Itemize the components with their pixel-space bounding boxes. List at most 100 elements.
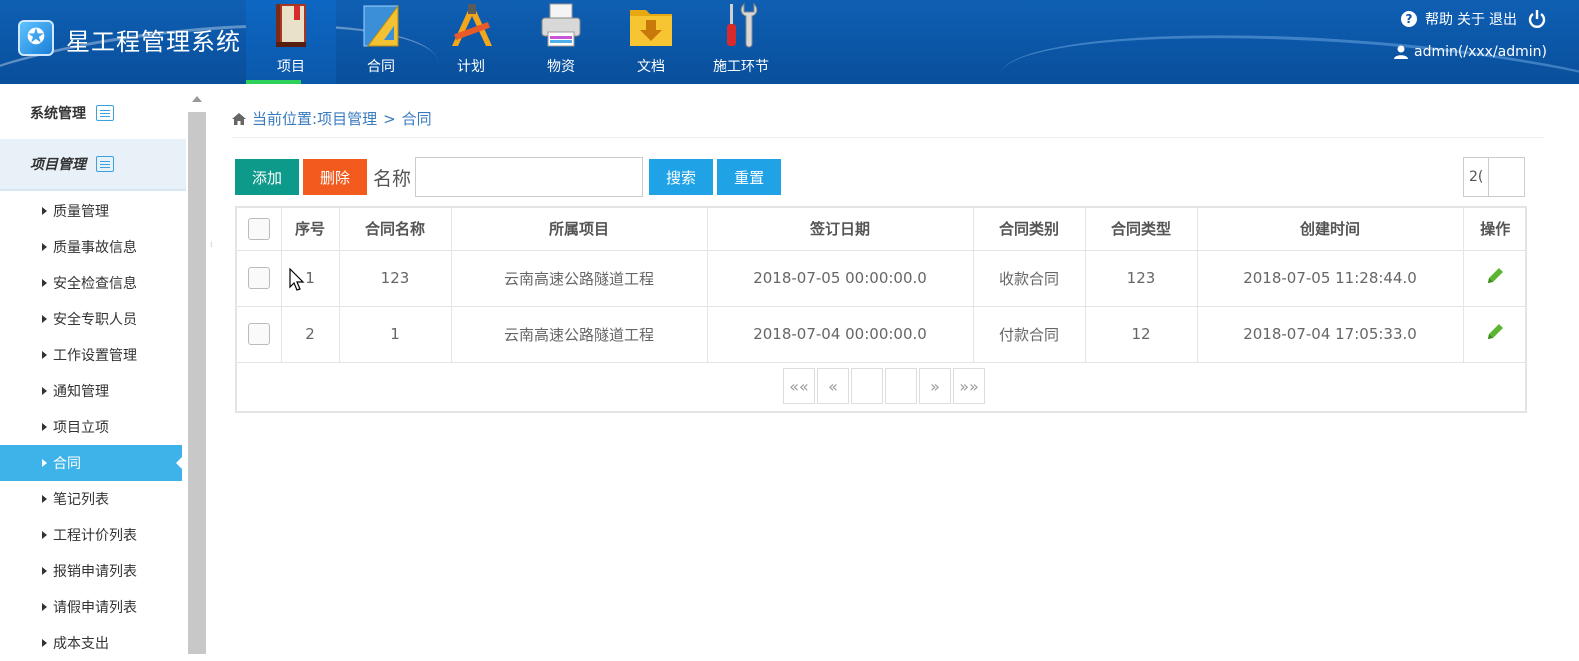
- breadcrumb-prefix: 当前位置:项目管理: [252, 110, 378, 128]
- tools-icon: [727, 2, 758, 48]
- prev-page-button[interactable]: «: [817, 368, 849, 404]
- current-user[interactable]: admin(/xxx/admin): [1414, 44, 1547, 60]
- sidebar-item-contract[interactable]: 合同: [0, 445, 183, 481]
- app-title: 星工程管理系统: [66, 28, 241, 56]
- caret-right-icon: [42, 315, 47, 323]
- nav-item-documents[interactable]: 文档: [606, 0, 696, 84]
- caret-right-icon: [42, 387, 47, 395]
- sidebar-item-reimbursement[interactable]: 报销申请列表: [0, 553, 186, 589]
- power-icon[interactable]: [1527, 9, 1547, 29]
- page-size-dropdown[interactable]: [1489, 157, 1525, 197]
- nav-item-project[interactable]: 项目: [246, 0, 336, 84]
- caret-right-icon: [42, 639, 47, 647]
- row-select-cell: [237, 306, 282, 363]
- sidebar-item-label: 笔记列表: [53, 492, 109, 508]
- sidebar-item-safety-check[interactable]: 安全检查信息: [0, 265, 186, 301]
- column-header[interactable]: 创建时间: [1197, 208, 1464, 251]
- sidebar-scrollbar[interactable]: [186, 94, 208, 654]
- sidebar-item-label: 成本支出: [53, 636, 109, 652]
- nav-item-contract[interactable]: 合同: [336, 0, 426, 84]
- panel-splitter[interactable]: ⁞: [208, 94, 220, 654]
- sidebar-item-label: 合同: [53, 456, 81, 472]
- cell-category: 付款合同: [973, 306, 1086, 363]
- table-row[interactable]: 1 123 云南高速公路隧道工程 2018-07-05 00:00:00.0 收…: [237, 250, 1527, 307]
- logout-link[interactable]: 退出: [1489, 9, 1517, 29]
- caret-right-icon: [42, 207, 47, 215]
- sidebar-item-quality-accident[interactable]: 质量事故信息: [0, 229, 186, 265]
- add-button[interactable]: 添加: [235, 159, 300, 195]
- sidebar-item-label: 工作设置管理: [53, 348, 137, 364]
- caret-right-icon: [42, 459, 47, 467]
- first-page-button[interactable]: ««: [783, 368, 815, 404]
- row-checkbox[interactable]: [247, 323, 270, 345]
- cell-contract-name: 1: [339, 306, 452, 363]
- pagination: «« « » »»: [783, 368, 985, 404]
- delete-button[interactable]: 删除: [303, 159, 368, 195]
- column-header[interactable]: 所属项目: [451, 208, 708, 251]
- nav-label: 项目: [277, 59, 305, 75]
- scroll-thumb[interactable]: [188, 112, 206, 654]
- column-header[interactable]: 合同类型: [1085, 208, 1198, 251]
- toolbar: 添加 删除 名称 搜索 重置: [235, 157, 782, 197]
- reset-button[interactable]: 重置: [717, 159, 782, 195]
- breadcrumb-current: 合同: [401, 110, 432, 128]
- sidebar-item-label: 报销申请列表: [53, 564, 137, 580]
- caret-right-icon: [42, 279, 47, 287]
- page-size-input[interactable]: 2(: [1463, 157, 1489, 197]
- printer-icon: [541, 3, 581, 47]
- contract-table: 序号 合同名称 所属项目 签订日期 合同类别 合同类型 创建时间 操作 1 12…: [235, 206, 1527, 413]
- ruler-triangle-icon: [363, 4, 399, 47]
- column-header[interactable]: 序号: [281, 208, 340, 251]
- page-size-control: 2(: [1463, 157, 1525, 197]
- list-icon: [96, 156, 114, 172]
- nav-item-plan[interactable]: 计划: [426, 0, 516, 84]
- row-checkbox[interactable]: [247, 267, 270, 289]
- sidebar-item-project-setup[interactable]: 项目立项: [0, 409, 186, 445]
- sidebar-item-notices[interactable]: 通知管理: [0, 373, 186, 409]
- last-page-button[interactable]: »»: [953, 368, 985, 404]
- sidebar-item-label: 通知管理: [53, 384, 109, 400]
- help-link[interactable]: 帮助: [1425, 9, 1453, 29]
- caret-right-icon: [42, 243, 47, 251]
- table-row[interactable]: 2 1 云南高速公路隧道工程 2018-07-04 00:00:00.0 付款合…: [237, 306, 1527, 363]
- sidebar-group-system[interactable]: 系统管理: [0, 87, 186, 139]
- help-icon: ?: [1401, 11, 1417, 27]
- book-icon: [276, 4, 306, 47]
- sidebar-group-project[interactable]: 项目管理: [0, 139, 186, 191]
- header-user-area: ? 帮助 关于 退出 admin(/xxx/admin): [1394, 8, 1547, 60]
- sidebar-group-label: 项目管理: [30, 157, 86, 173]
- about-link[interactable]: 关于: [1457, 9, 1485, 29]
- breadcrumb-section[interactable]: 项目管理: [317, 110, 377, 128]
- sidebar-item-cost[interactable]: 成本支出: [0, 625, 186, 661]
- nav-label: 物资: [547, 59, 575, 75]
- cell-created: 2018-07-05 11:28:44.0: [1197, 250, 1464, 307]
- edit-pencil-icon[interactable]: [1485, 322, 1505, 342]
- caret-right-icon: [42, 423, 47, 431]
- column-header[interactable]: 合同类别: [973, 208, 1086, 251]
- current-page-input[interactable]: [851, 368, 883, 404]
- folder-download-icon: [630, 10, 672, 46]
- column-header[interactable]: 合同名称: [339, 208, 452, 251]
- search-button[interactable]: 搜索: [649, 159, 714, 195]
- nav-item-construction[interactable]: 施工环节: [696, 0, 786, 84]
- scroll-up-arrow-icon[interactable]: [192, 96, 202, 102]
- sidebar-item-label: 请假申请列表: [53, 600, 137, 616]
- breadcrumb-separator: >: [383, 109, 396, 128]
- column-header[interactable]: 签订日期: [707, 208, 974, 251]
- sidebar-item-leave[interactable]: 请假申请列表: [0, 589, 186, 625]
- select-all-cell: [237, 208, 282, 251]
- name-search-input[interactable]: [415, 157, 644, 197]
- top-header: ✪ 星工程管理系统 项目 合同 计划 物资 文档 施工环节 ? 帮助 关于 退出…: [0, 0, 1579, 84]
- sidebar-item-valuation[interactable]: 工程计价列表: [0, 517, 186, 553]
- nav-label: 施工环节: [713, 59, 769, 75]
- caret-right-icon: [42, 603, 47, 611]
- sidebar-item-safety-staff[interactable]: 安全专职人员: [0, 301, 186, 337]
- select-all-checkbox[interactable]: [247, 217, 270, 240]
- next-page-button[interactable]: »: [919, 368, 951, 404]
- sidebar-item-work-settings[interactable]: 工作设置管理: [0, 337, 186, 373]
- name-filter-label: 名称: [373, 167, 412, 190]
- nav-item-materials[interactable]: 物资: [516, 0, 606, 84]
- sidebar-item-notes[interactable]: 笔记列表: [0, 481, 186, 517]
- sidebar-item-quality[interactable]: 质量管理: [0, 193, 186, 229]
- edit-pencil-icon[interactable]: [1485, 266, 1505, 286]
